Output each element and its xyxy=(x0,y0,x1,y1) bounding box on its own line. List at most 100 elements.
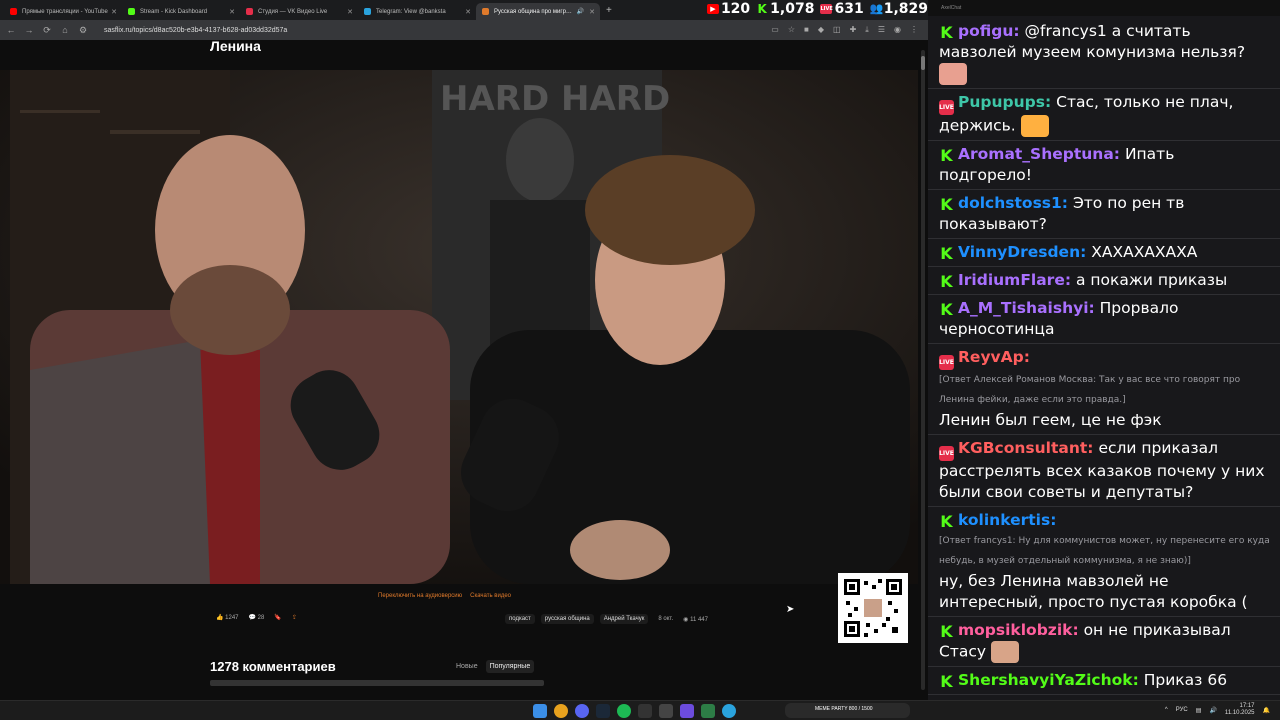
site-info-icon[interactable]: ⚙ xyxy=(78,25,88,36)
browser-tab[interactable]: Студия — VK Видео Live ✕ xyxy=(240,3,358,20)
reload-icon[interactable]: ⟳ xyxy=(42,25,52,36)
tab-title: Прямые трансляции - YouTube xyxy=(22,8,108,15)
browser-tab[interactable]: Прямые трансляции - YouTube ✕ xyxy=(4,3,122,20)
chat-messages[interactable]: Kpofigu: @francys1 а считать мавзолей му… xyxy=(928,16,1280,720)
total-viewer-count: 1,829 xyxy=(883,1,928,17)
obs-icon[interactable] xyxy=(638,704,652,718)
menu-icon[interactable]: ⋮ xyxy=(910,25,918,35)
page-title: Ленина xyxy=(210,40,261,54)
tab-close-icon[interactable]: ✕ xyxy=(111,8,117,16)
youtube-viewers: ▶ 120 xyxy=(706,1,751,17)
tab-close-icon[interactable]: ✕ xyxy=(347,8,353,16)
back-icon[interactable]: ← xyxy=(6,25,16,35)
chat-username[interactable]: dolchstoss1: xyxy=(958,194,1068,212)
share-icon[interactable]: ⇪ xyxy=(292,614,297,621)
chat-message: LIVE KGBconsultant: если приказал расстре… xyxy=(928,435,1280,507)
tab-audio-icon[interactable]: 🔊 xyxy=(577,8,584,15)
mouse-cursor-icon: ➤ xyxy=(786,604,795,615)
home-icon[interactable]: ⌂ xyxy=(60,25,70,35)
language-indicator[interactable]: РУС xyxy=(1176,707,1188,713)
comment-sort: Новые Популярные xyxy=(452,660,535,673)
extension2-icon[interactable]: ◆ xyxy=(818,25,824,35)
scrollbar-thumb[interactable] xyxy=(921,56,925,70)
chat-username[interactable]: Aromat_Sheptuna: xyxy=(958,145,1120,163)
kick-platform-icon: K xyxy=(940,672,953,691)
chat-message-text: Ленин был геем, це не фэк xyxy=(939,411,1162,429)
kick-platform-icon: K xyxy=(940,622,953,641)
comments-button[interactable]: 💬 28 xyxy=(249,614,265,621)
chat-message: Kmopsiklobzik: он не приказывал Стасу xyxy=(928,617,1280,667)
chat-message: Kdolchstoss1: Это по рен тв показывают? xyxy=(928,190,1280,239)
chat-username[interactable]: pofigu: xyxy=(958,22,1020,40)
spotify-icon[interactable] xyxy=(617,704,631,718)
bookmark-icon[interactable]: 🔖 xyxy=(274,614,281,621)
extension-icon[interactable]: ■ xyxy=(804,25,809,35)
page-scrollbar[interactable] xyxy=(921,50,925,690)
chat-message: LIVE Pupupups: Стас, только не плач, держ… xyxy=(928,89,1280,141)
download-video-link[interactable]: Скачать видео xyxy=(470,593,511,599)
bookmark-star-icon[interactable]: ☆ xyxy=(788,25,795,35)
notification-icon[interactable]: 🔔 xyxy=(1263,707,1270,714)
chat-message: K A_M_Tishaishyi: Прорвало черносотинца xyxy=(928,295,1280,344)
download-icon[interactable]: ⤓ xyxy=(865,25,869,35)
chat-username[interactable]: A_M_Tishaishyi: xyxy=(958,299,1095,317)
forward-icon[interactable]: → xyxy=(24,25,34,35)
chat-username[interactable]: ReyvAp: xyxy=(958,348,1030,366)
chat-username[interactable]: KGBconsultant: xyxy=(958,439,1094,457)
chat-username[interactable]: Pupupups: xyxy=(958,93,1051,111)
chat-username[interactable]: kolinkertis: xyxy=(958,511,1056,529)
qr-code xyxy=(838,573,908,643)
video-player[interactable]: HARD HARD xyxy=(0,70,918,584)
sort-new-button[interactable]: Новые xyxy=(452,660,482,673)
cast-icon[interactable]: ▭ xyxy=(771,25,779,35)
profile-icon[interactable]: ◉ xyxy=(894,25,901,35)
clock[interactable]: 17:17 11.10.2025 xyxy=(1225,703,1255,717)
chat-message-text: ХАХАХАХАХА xyxy=(1091,243,1198,261)
tag-community[interactable]: русская община xyxy=(540,614,594,624)
browser-tab[interactable]: Русская община про мигр… 🔊 ✕ xyxy=(476,3,600,20)
meme-party-widget[interactable]: MEME PARTY 800 / 1500 xyxy=(785,703,910,718)
like-button[interactable]: 👍 1247 xyxy=(216,614,239,621)
windows-start-icon[interactable] xyxy=(533,704,547,718)
browser-tab[interactable]: Stream - Kick Dashboard ✕ xyxy=(122,3,240,20)
kick-platform-icon: K xyxy=(940,512,953,531)
chat-message: Kpofigu: @francys1 а считать мавзолей му… xyxy=(928,18,1280,89)
chat-username[interactable]: mopsiklobzik: xyxy=(958,621,1079,639)
thumbs-up-icon: 👍 xyxy=(216,615,224,621)
chat-username[interactable]: IridiumFlare: xyxy=(958,271,1071,289)
chat-reply-quote: [Ответ francys1: Ну для коммунистов може… xyxy=(939,536,1270,566)
qr-code-image xyxy=(842,577,904,639)
volume-icon[interactable]: 🔊 xyxy=(1209,707,1216,714)
discord-icon[interactable] xyxy=(575,704,589,718)
audio-version-link[interactable]: Переключить на аудиоверсию xyxy=(378,593,462,599)
extension3-icon[interactable]: ◫ xyxy=(833,25,841,35)
media-player-icon[interactable] xyxy=(680,704,694,718)
tag-author[interactable]: Андрей Ткачук xyxy=(599,614,649,624)
chat-message-text: ну, без Ленина мавзолей не интересный, п… xyxy=(939,572,1248,611)
youtube-viewer-count: 120 xyxy=(720,1,751,17)
chrome-icon[interactable] xyxy=(554,704,568,718)
tab-close-icon[interactable]: ✕ xyxy=(589,8,595,16)
comment-icon: 💬 xyxy=(248,615,256,621)
tab-close-icon[interactable]: ✕ xyxy=(229,8,235,16)
chat-username[interactable]: ShershavyiYaZichok: xyxy=(958,671,1139,689)
reading-list-icon[interactable]: ☰ xyxy=(878,25,885,35)
new-tab-button[interactable]: + xyxy=(606,5,612,16)
chat-username[interactable]: VinnyDresden: xyxy=(958,243,1086,261)
extensions-puzzle-icon[interactable]: ✚ xyxy=(850,25,857,35)
network-icon[interactable]: ▤ xyxy=(1196,707,1202,714)
sort-popular-button[interactable]: Популярные xyxy=(485,660,535,673)
tag-podcast[interactable]: подкаст xyxy=(505,614,535,624)
url-field[interactable]: sasflix.ru/topics/d8ac520b-e3b4-4137-b62… xyxy=(104,27,763,34)
taskbar-apps xyxy=(533,704,736,718)
comment-input-bar[interactable] xyxy=(210,680,544,686)
telegram-icon[interactable] xyxy=(722,704,736,718)
steam-icon[interactable] xyxy=(596,704,610,718)
tab-close-icon[interactable]: ✕ xyxy=(465,8,471,16)
taskbar: MEME PARTY 800 / 1500 ^ РУС ▤ 🔊 17:17 11… xyxy=(0,700,1280,720)
excel-icon[interactable] xyxy=(701,704,715,718)
clock-time: 17:17 xyxy=(1239,703,1255,709)
browser-tab[interactable]: Telegram: View @banksta ✕ xyxy=(358,3,476,20)
tray-chevron-icon[interactable]: ^ xyxy=(1165,707,1168,713)
app-icon[interactable] xyxy=(659,704,673,718)
